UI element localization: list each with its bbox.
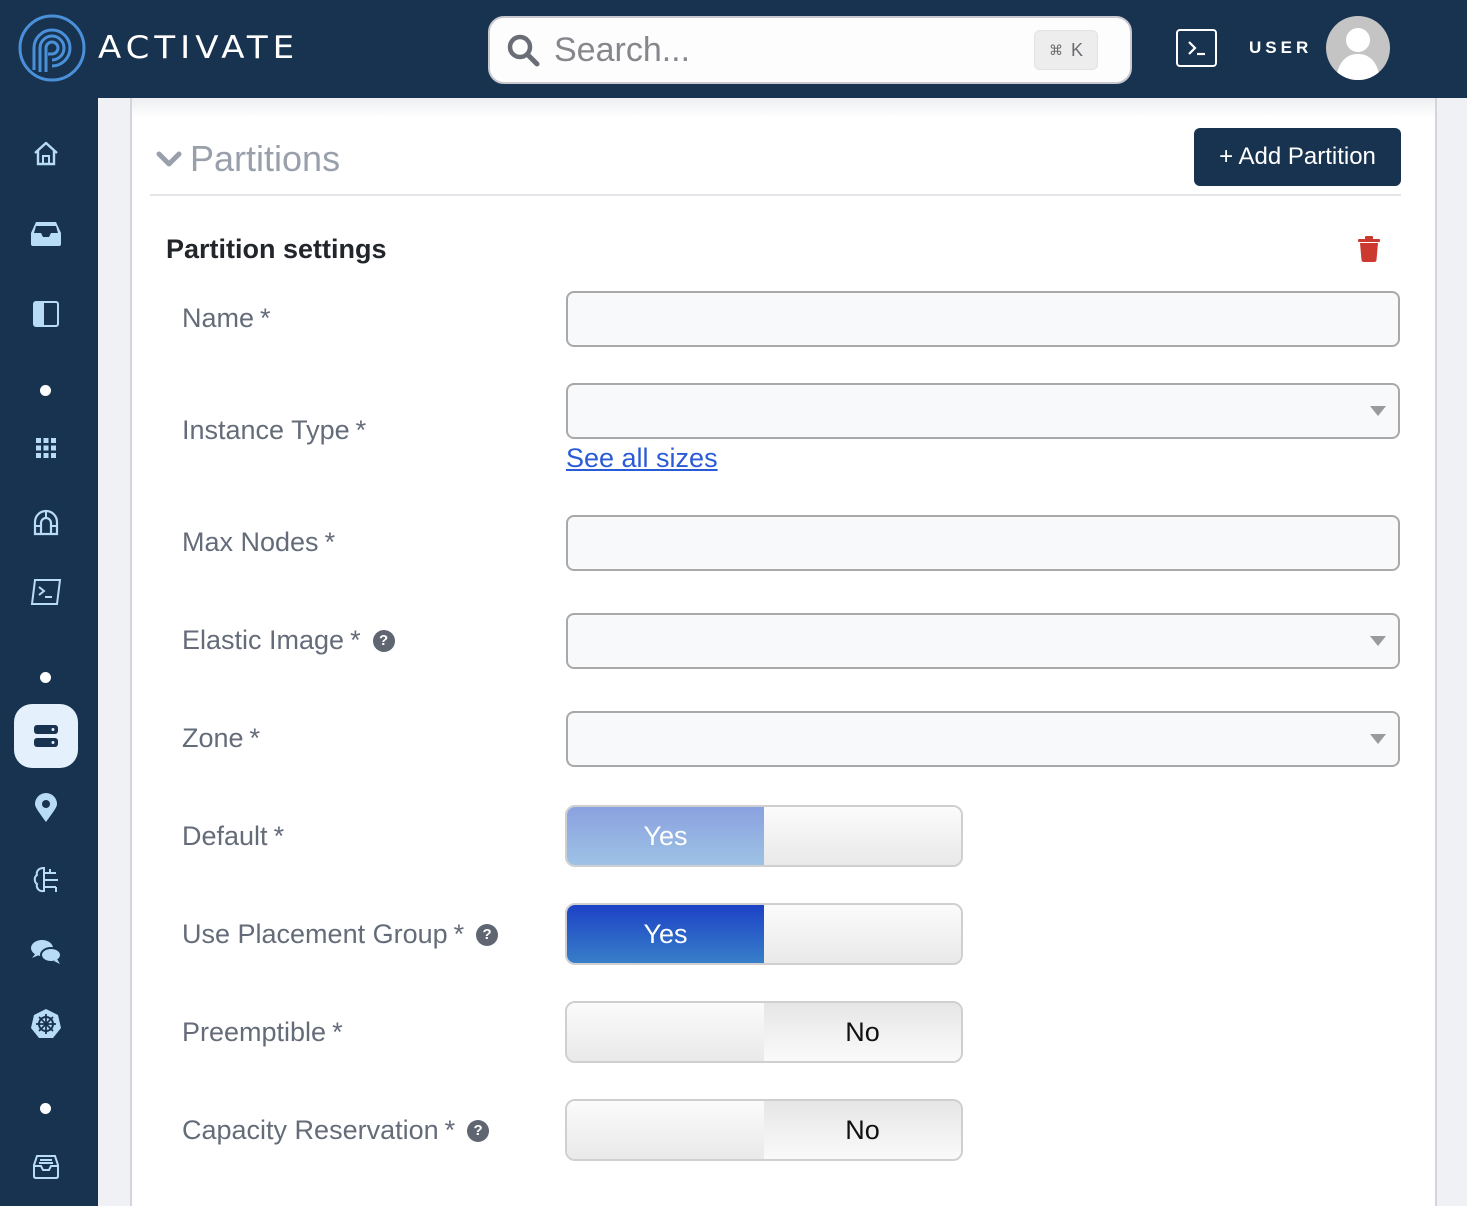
dropdown-caret-icon	[1370, 734, 1386, 744]
top-bar: ACTIVATE ⌘ K USER	[0, 0, 1467, 98]
sidebar-item-inbox[interactable]	[14, 202, 78, 266]
server-icon	[34, 725, 58, 747]
user-menu-label[interactable]: USER	[1249, 38, 1312, 58]
trash-icon[interactable]	[1358, 236, 1380, 262]
capacity-reservation-toggle-on[interactable]	[567, 1101, 764, 1159]
max-nodes-input[interactable]	[566, 515, 1400, 571]
search-box[interactable]: ⌘ K	[488, 16, 1132, 84]
default-toggle[interactable]: Yes	[565, 805, 963, 867]
terminal-icon	[1187, 41, 1205, 56]
default-toggle-off[interactable]	[764, 807, 961, 865]
sidebar-item-storage[interactable]	[14, 1135, 78, 1199]
comments-icon	[31, 940, 62, 964]
section-divider-dot	[40, 672, 51, 683]
partitions-header: Partitions + Add Partition	[150, 128, 1401, 196]
sidebar-item-terminal[interactable]	[14, 560, 78, 624]
sidebar-item-apps[interactable]	[14, 416, 78, 480]
capacity-reservation-label: Capacity Reservation * ?	[182, 1115, 490, 1146]
name-label: Name *	[182, 303, 271, 333]
section-title: Partitions	[190, 138, 341, 179]
help-icon[interactable]: ?	[372, 629, 395, 652]
sidebar-item-clusters[interactable]	[14, 704, 78, 768]
brain-circuit-icon	[33, 866, 58, 893]
tunnel-icon	[33, 509, 59, 536]
help-icon[interactable]: ?	[467, 1119, 490, 1142]
dropdown-caret-icon	[1370, 406, 1386, 416]
sidebar-item-home[interactable]	[14, 122, 78, 186]
sidebar-item-tunnels[interactable]	[14, 490, 78, 554]
sidebar-item-chat[interactable]	[14, 920, 78, 984]
search-input[interactable]	[554, 28, 1014, 72]
zone-select[interactable]	[566, 711, 1400, 767]
logo[interactable]: ACTIVATE	[18, 14, 299, 82]
elastic-image-select[interactable]	[566, 613, 1400, 669]
use-placement-group-toggle-yes[interactable]: Yes	[567, 905, 764, 963]
use-placement-group-label: Use Placement Group * ?	[182, 919, 499, 950]
zone-label: Zone *	[182, 723, 261, 753]
brand-name: ACTIVATE	[98, 29, 300, 67]
preemptible-label: Preemptible *	[182, 1017, 343, 1047]
search-shortcut-badge: ⌘ K	[1034, 30, 1098, 70]
capacity-reservation-toggle-no[interactable]: No	[764, 1101, 961, 1159]
map-pin-icon	[35, 793, 57, 822]
default-label: Default *	[182, 821, 285, 851]
partitions-panel: Partitions + Add Partition Partition set…	[130, 98, 1437, 1206]
partition-settings-title: Partition settings	[166, 234, 387, 264]
section-divider-dot	[40, 385, 51, 396]
shortcut-key: K	[1070, 39, 1083, 60]
inbox-icon	[31, 222, 61, 246]
name-input[interactable]	[566, 291, 1400, 347]
search-icon	[507, 34, 540, 67]
activate-logo-icon	[18, 14, 86, 82]
terminal-icon	[30, 579, 62, 605]
preemptible-toggle-no[interactable]: No	[764, 1003, 961, 1061]
add-partition-button[interactable]: + Add Partition	[1194, 128, 1401, 186]
partitions-collapse-toggle[interactable]: Partitions	[156, 138, 340, 180]
sidebar	[0, 98, 98, 1206]
instance-type-label: Instance Type *	[182, 415, 367, 445]
sidebar-item-ai[interactable]	[14, 848, 78, 912]
section-divider-dot	[40, 1103, 51, 1114]
preemptible-toggle-on[interactable]	[567, 1003, 764, 1061]
sidebar-panel-icon	[33, 301, 59, 327]
see-all-sizes-link[interactable]: See all sizes	[566, 443, 718, 474]
user-avatar-icon	[1336, 28, 1380, 80]
chevron-down-icon	[156, 151, 182, 167]
default-toggle-yes[interactable]: Yes	[567, 807, 764, 865]
kubernetes-icon	[31, 1009, 61, 1038]
terminal-button[interactable]	[1176, 29, 1217, 67]
home-icon	[34, 141, 58, 166]
use-placement-group-toggle-off[interactable]	[764, 905, 961, 963]
instance-type-select[interactable]	[566, 383, 1400, 439]
grid-icon	[36, 438, 56, 458]
sidebar-item-kubernetes[interactable]	[14, 992, 78, 1056]
command-key-icon: ⌘	[1048, 41, 1063, 58]
archive-tray-icon	[33, 1155, 59, 1179]
sidebar-item-locations[interactable]	[14, 776, 78, 840]
user-avatar[interactable]	[1326, 16, 1390, 80]
elastic-image-label: Elastic Image * ?	[182, 625, 395, 656]
help-icon[interactable]: ?	[476, 923, 499, 946]
sidebar-item-panels[interactable]	[14, 282, 78, 346]
capacity-reservation-toggle[interactable]: No	[565, 1099, 963, 1161]
preemptible-toggle[interactable]: No	[565, 1001, 963, 1063]
max-nodes-label: Max Nodes *	[182, 527, 336, 557]
dropdown-caret-icon	[1370, 636, 1386, 646]
use-placement-group-toggle[interactable]: Yes	[565, 903, 963, 965]
